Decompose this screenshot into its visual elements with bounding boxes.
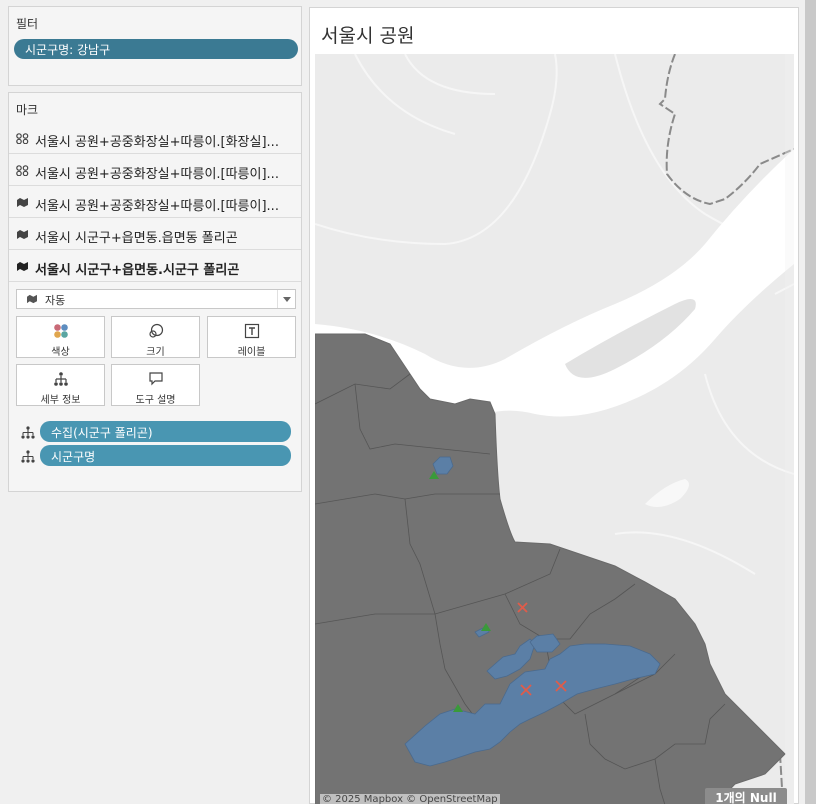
map-layer-icon xyxy=(17,262,28,271)
marks-title: 마크 xyxy=(16,103,39,117)
color-palette-icon xyxy=(54,324,68,338)
mark-layer-bike-map[interactable]: 서울시 공원+공중화장실+따릉이.[따릉이]... xyxy=(9,187,301,218)
map-canvas[interactable] xyxy=(315,54,794,804)
field-row-collect: 수집(시군구 폴리곤) xyxy=(9,421,301,443)
label-button[interactable]: 레이블 xyxy=(207,316,296,358)
color-label: 색상 xyxy=(51,347,70,358)
district-name-pill[interactable]: 시군구명 xyxy=(40,445,291,466)
mark-layer-label: 서울시 공원+공중화장실+따릉이.[화장실]... xyxy=(35,135,279,150)
mark-layer-label: 서울시 공원+공중화장실+따릉이.[따릉이]... xyxy=(35,199,279,214)
text-label-icon xyxy=(244,323,260,339)
tooltip-button[interactable]: 도구 설명 xyxy=(111,364,200,406)
mark-layer-dong-polygon[interactable]: 서울시 시군구+읍면동.읍면동 폴리곤 xyxy=(9,219,301,250)
mark-type-value: 자동 xyxy=(45,294,66,307)
collect-polygon-pill[interactable]: 수집(시군구 폴리곤) xyxy=(40,421,291,442)
null-indicator[interactable]: 1개의 Null xyxy=(705,788,787,804)
map-worksheet: 서울시 공원 © 2025 Mapbox © OpenStreetMap 1개의… xyxy=(309,7,799,804)
map-view[interactable]: © 2025 Mapbox © OpenStreetMap 1개의 Null xyxy=(315,54,794,804)
tooltip-label: 도구 설명 xyxy=(135,395,176,406)
tableau-worksheet: 필터 시군구명: 강남구 마크 서울시 공원+공중화장실+따릉이.[화장실]..… xyxy=(0,0,816,804)
detail-hierarchy-icon xyxy=(54,372,68,386)
filters-title: 필터 xyxy=(16,17,39,31)
mark-layer-bike-points[interactable]: 서울시 공원+공중화장실+따릉이.[따릉이]... xyxy=(9,155,301,186)
detail-hierarchy-icon xyxy=(21,450,35,463)
chevron-down-icon[interactable] xyxy=(277,290,295,308)
marks-card: 마크 서울시 공원+공중화장실+따릉이.[화장실]... 서울시 공원+공중화장… xyxy=(8,92,302,492)
detail-button[interactable]: 세부 정보 xyxy=(16,364,105,406)
map-layer-icon xyxy=(17,230,28,239)
size-button[interactable]: 크기 xyxy=(111,316,200,358)
size-icon xyxy=(149,323,164,338)
multi-circle-icon xyxy=(16,133,29,144)
label-label: 레이블 xyxy=(237,347,266,358)
map-edge xyxy=(785,54,794,804)
mark-layer-label: 서울시 시군구+읍면동.시군구 폴리곤 xyxy=(35,263,240,278)
map-layer-icon xyxy=(17,198,28,207)
filters-shelf: 필터 시군구명: 강남구 xyxy=(8,6,302,86)
tooltip-icon xyxy=(149,372,163,386)
size-label: 크기 xyxy=(146,347,165,358)
mark-layer-district-polygon[interactable]: 서울시 시군구+읍면동.시군구 폴리곤 xyxy=(9,251,301,282)
district-filter-pill[interactable]: 시군구명: 강남구 xyxy=(14,39,298,59)
mark-layer-label: 서울시 시군구+읍면동.읍면동 폴리곤 xyxy=(35,231,238,246)
vertical-scrollbar[interactable] xyxy=(805,0,816,804)
color-button[interactable]: 색상 xyxy=(16,316,105,358)
mark-type-dropdown[interactable]: 자동 xyxy=(16,289,296,309)
multi-circle-icon xyxy=(16,165,29,176)
map-attribution[interactable]: © 2025 Mapbox © OpenStreetMap xyxy=(320,794,500,804)
mark-layer-label: 서울시 공원+공중화장실+따릉이.[따릉이]... xyxy=(35,167,279,182)
detail-label: 세부 정보 xyxy=(40,395,81,406)
mark-layer-toilet[interactable]: 서울시 공원+공중화장실+따릉이.[화장실]... xyxy=(9,123,301,154)
detail-hierarchy-icon xyxy=(21,426,35,439)
map-title: 서울시 공원 xyxy=(321,25,415,47)
map-layer-icon xyxy=(27,294,37,304)
field-row-district: 시군구명 xyxy=(9,445,301,467)
